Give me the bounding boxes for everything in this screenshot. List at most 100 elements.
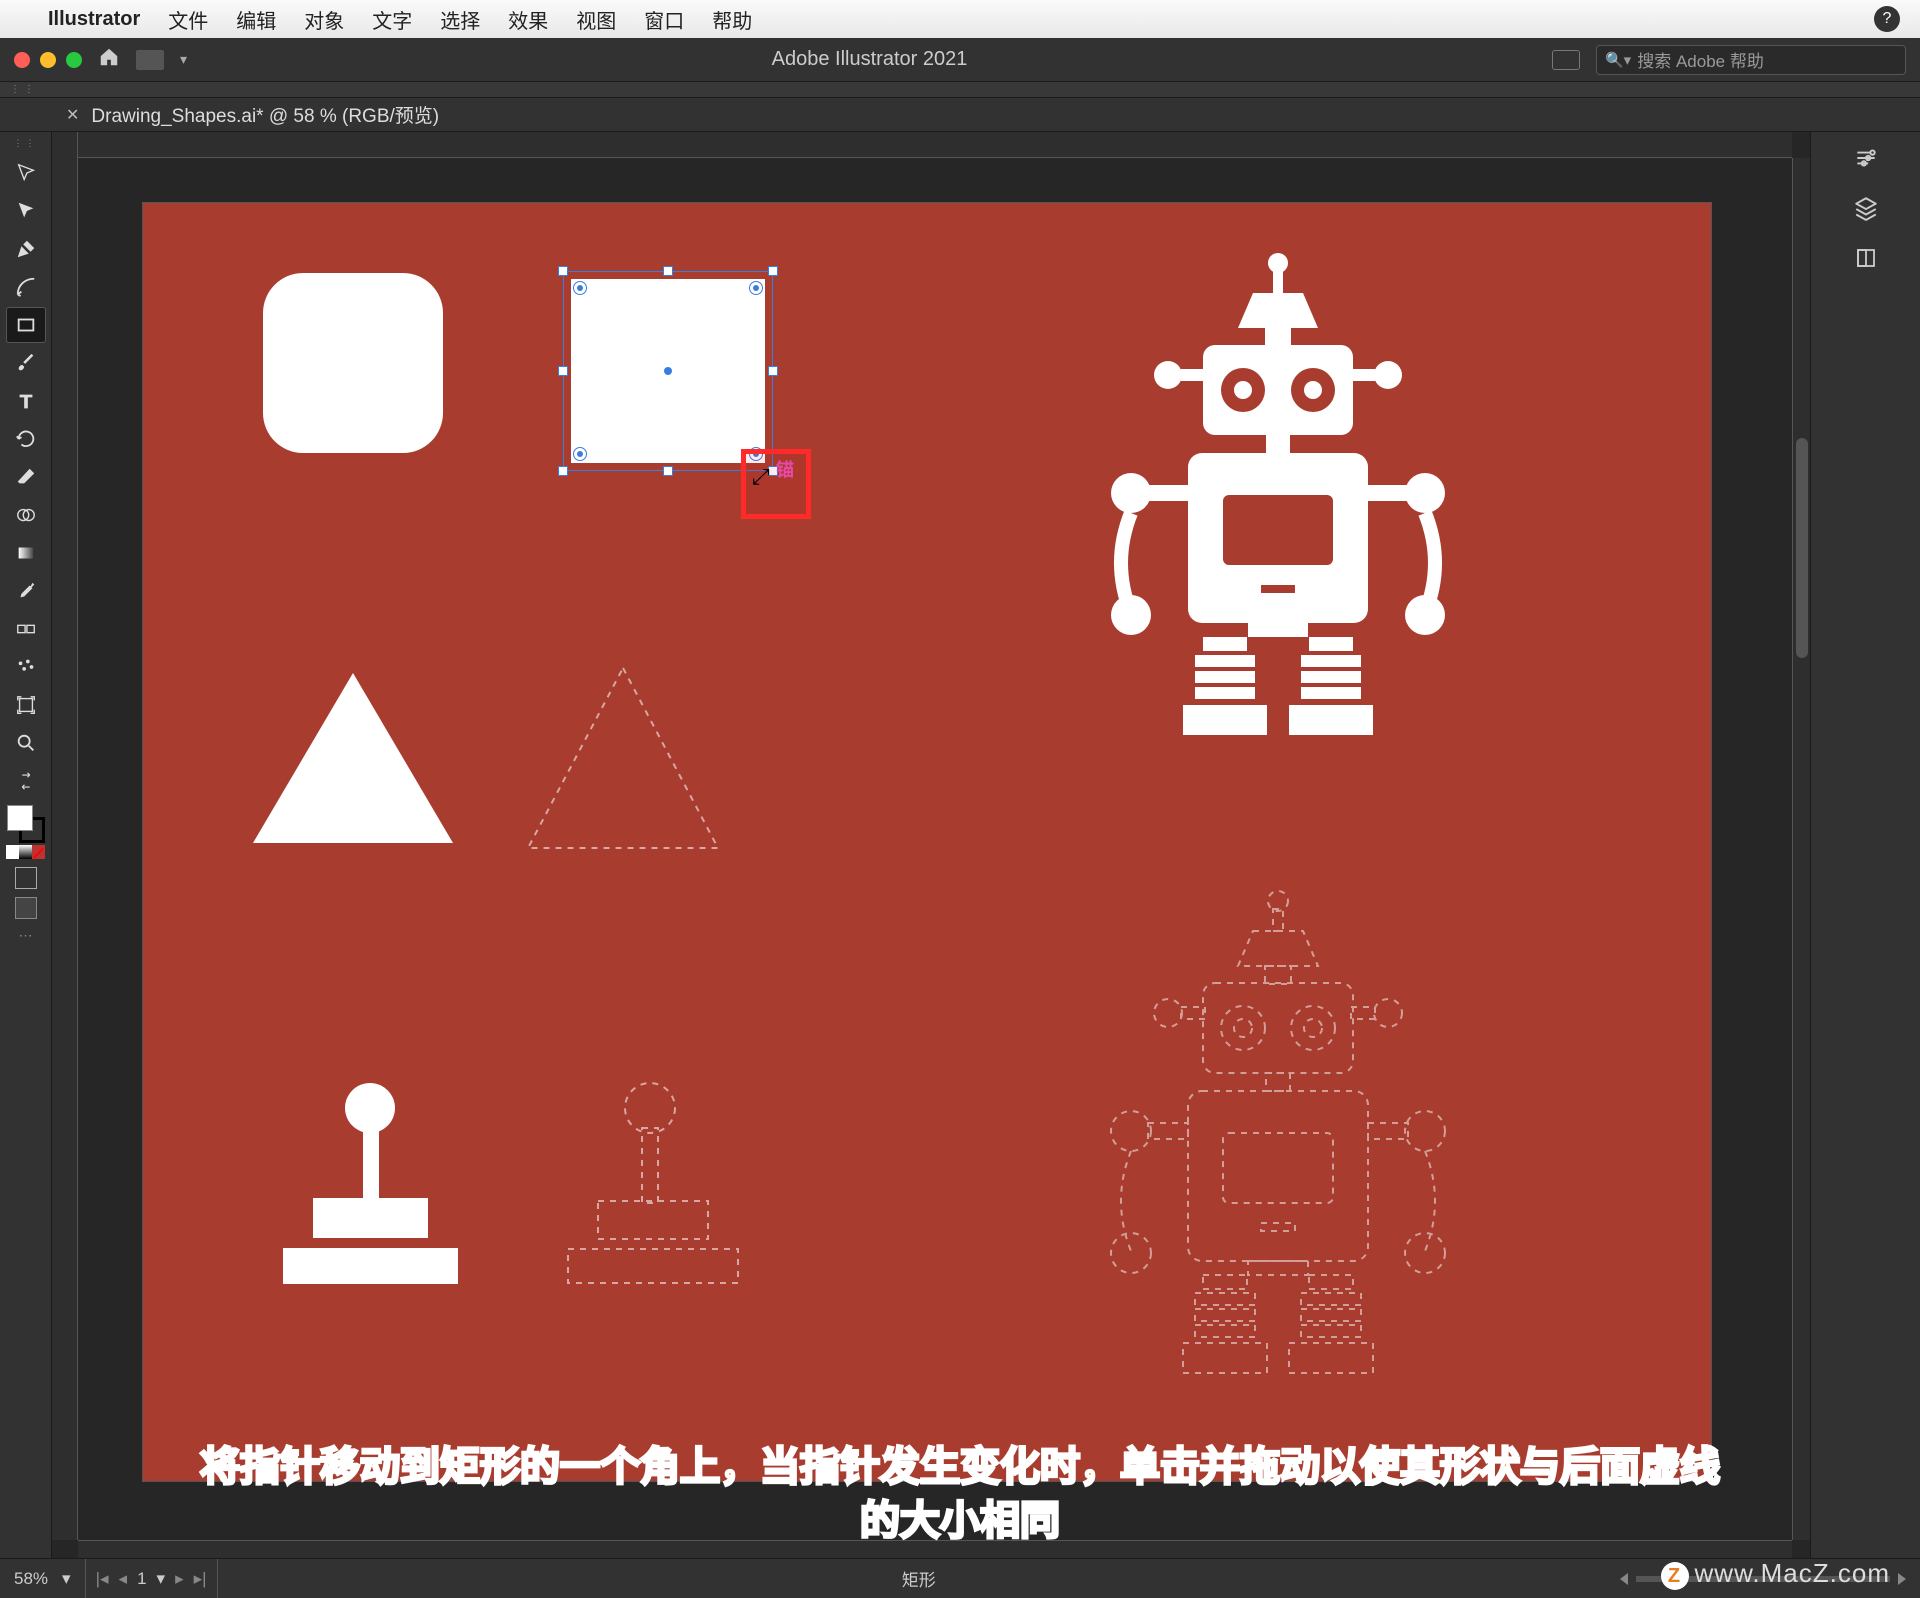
control-strip: ⋮⋮ <box>0 82 1920 98</box>
layers-panel-icon[interactable] <box>1852 194 1880 222</box>
shape-builder-tool[interactable] <box>6 497 46 533</box>
right-panel-dock <box>1810 132 1920 1558</box>
search-placeholder: 搜索 Adobe 帮助 <box>1637 47 1764 72</box>
swap-fill-stroke-icon[interactable] <box>6 763 46 799</box>
corner-widget-tr[interactable] <box>749 281 763 295</box>
menu-edit[interactable]: 编辑 <box>236 5 276 34</box>
fill-swatch[interactable] <box>7 805 33 831</box>
scrollbar-horizontal[interactable] <box>78 1540 1792 1558</box>
home-icon[interactable] <box>98 46 120 74</box>
paintbrush-tool[interactable] <box>6 345 46 381</box>
gradient-tool[interactable] <box>6 535 46 571</box>
symbol-sprayer-tool[interactable] <box>6 649 46 685</box>
curvature-tool[interactable] <box>6 269 46 305</box>
shape-robot-solid[interactable] <box>1073 245 1483 805</box>
color-mode-row[interactable] <box>6 845 46 859</box>
artboard-number[interactable]: 1 <box>137 1569 146 1589</box>
first-artboard-button[interactable]: |◂ <box>96 1569 109 1589</box>
macos-menubar: Illustrator 文件 编辑 对象 文字 选择 效果 视图 窗口 帮助 ? <box>0 0 1920 38</box>
chevron-down-icon[interactable]: ▾ <box>62 1569 71 1589</box>
resize-handle-tr[interactable] <box>768 266 778 276</box>
chevron-down-icon[interactable]: ▾ <box>157 1569 166 1589</box>
zoom-level[interactable]: 58% ▾ <box>0 1559 86 1598</box>
ruler-vertical[interactable] <box>52 132 78 1540</box>
watermark-text: www.MacZ.com <box>1695 1558 1890 1588</box>
eraser-tool[interactable] <box>6 459 46 495</box>
properties-panel-icon[interactable] <box>1852 144 1880 172</box>
menu-select[interactable]: 选择 <box>440 5 480 34</box>
menu-help[interactable]: 帮助 <box>712 5 752 34</box>
resize-handle-mr[interactable] <box>768 366 778 376</box>
workspace-dropdown-icon[interactable]: ▾ <box>180 51 187 68</box>
shape-joystick-dashed[interactable] <box>543 1083 753 1303</box>
menu-window[interactable]: 窗口 <box>644 5 684 34</box>
artboard-navigation: |◂ ◂ 1 ▾ ▸ ▸| <box>86 1559 218 1598</box>
shape-robot-dashed[interactable] <box>1073 883 1483 1443</box>
corner-widget-tl[interactable] <box>573 281 587 295</box>
status-bar: 58% ▾ |◂ ◂ 1 ▾ ▸ ▸| 矩形 <box>0 1558 1920 1598</box>
menu-file[interactable]: 文件 <box>168 5 208 34</box>
shape-triangle-solid[interactable] <box>253 673 453 843</box>
watermark: Zwww.MacZ.com <box>1661 1558 1890 1591</box>
center-point <box>664 367 672 375</box>
document-tab-bar: ✕ Drawing_Shapes.ai* @ 58 % (RGB/预览) <box>0 98 1920 132</box>
menu-effect[interactable]: 效果 <box>508 5 548 34</box>
libraries-panel-icon[interactable] <box>1852 244 1880 272</box>
ruler-horizontal[interactable] <box>78 132 1792 158</box>
menu-type[interactable]: 文字 <box>372 5 412 34</box>
pen-tool[interactable] <box>6 231 46 267</box>
direct-selection-tool[interactable] <box>6 193 46 229</box>
draw-mode-icon[interactable] <box>15 867 37 889</box>
artboard-tool[interactable] <box>6 687 46 723</box>
screen-mode-icon[interactable] <box>15 897 37 919</box>
menu-object[interactable]: 对象 <box>304 5 344 34</box>
arrange-documents-icon[interactable] <box>1552 50 1580 70</box>
workspace-switcher-icon[interactable] <box>136 50 164 70</box>
app-menu[interactable]: Illustrator <box>48 8 140 31</box>
resize-handle-bl[interactable] <box>558 466 568 476</box>
canvas-area[interactable]: ⤢ 锚 <box>52 132 1810 1558</box>
blend-tool[interactable] <box>6 611 46 647</box>
rectangle-tool[interactable] <box>6 307 46 343</box>
rotate-tool[interactable] <box>6 421 46 457</box>
resize-handle-tm[interactable] <box>663 266 673 276</box>
selection-tool[interactable] <box>6 155 46 191</box>
fill-stroke-indicator[interactable] <box>7 805 45 843</box>
app-titlebar: ▾ Adobe Illustrator 2021 🔍▾ 搜索 Adobe 帮助 <box>0 38 1920 82</box>
prev-artboard-button[interactable]: ◂ <box>119 1569 128 1589</box>
toolbar-grip-icon[interactable]: ⋮⋮ <box>14 138 38 149</box>
corner-widget-bl[interactable] <box>573 447 587 461</box>
watermark-logo-icon: Z <box>1661 1562 1689 1590</box>
scrollbar-thumb[interactable] <box>1796 438 1808 658</box>
resize-handle-bm[interactable] <box>663 466 673 476</box>
type-tool[interactable] <box>6 383 46 419</box>
status-tool-name: 矩形 <box>218 1566 1620 1591</box>
scroll-left-icon[interactable] <box>1620 1573 1628 1585</box>
zoom-tool[interactable] <box>6 725 46 761</box>
resize-handle-ml[interactable] <box>558 366 568 376</box>
search-icon: 🔍▾ <box>1605 51 1631 69</box>
close-tab-icon[interactable]: ✕ <box>66 105 79 125</box>
document-tab-label: Drawing_Shapes.ai* @ 58 % (RGB/预览) <box>91 101 439 128</box>
eyedropper-tool[interactable] <box>6 573 46 609</box>
artboard[interactable]: ⤢ 锚 <box>142 202 1712 1482</box>
minimize-window-button[interactable] <box>40 52 56 68</box>
last-artboard-button[interactable]: ▸| <box>194 1569 207 1589</box>
panel-grip-icon[interactable]: ⋮⋮ <box>10 84 38 95</box>
shape-joystick-solid[interactable] <box>263 1083 473 1303</box>
document-tab[interactable]: ✕ Drawing_Shapes.ai* @ 58 % (RGB/预览) <box>52 101 453 128</box>
close-window-button[interactable] <box>14 52 30 68</box>
edit-toolbar-icon[interactable]: ⋯ <box>19 927 33 944</box>
next-artboard-button[interactable]: ▸ <box>175 1569 184 1589</box>
menu-view[interactable]: 视图 <box>576 5 616 34</box>
zoom-value: 58% <box>14 1569 48 1589</box>
help-search[interactable]: 🔍▾ 搜索 Adobe 帮助 <box>1596 45 1906 75</box>
shape-triangle-dashed[interactable] <box>523 663 723 853</box>
maximize-window-button[interactable] <box>66 52 82 68</box>
scrollbar-vertical[interactable] <box>1792 158 1810 1540</box>
scroll-right-icon[interactable] <box>1898 1573 1906 1585</box>
resize-handle-tl[interactable] <box>558 266 568 276</box>
help-icon[interactable]: ? <box>1874 6 1900 32</box>
selected-rectangle[interactable]: ⤢ 锚 <box>563 271 773 471</box>
shape-rounded-square[interactable] <box>263 273 443 453</box>
